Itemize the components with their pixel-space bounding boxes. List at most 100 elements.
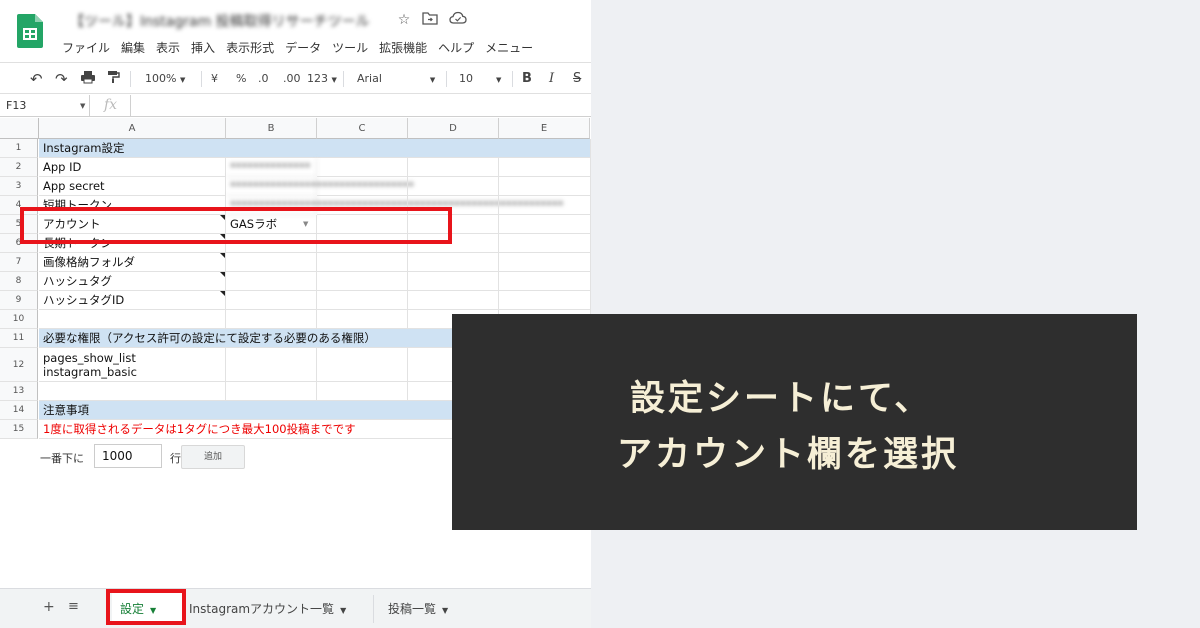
font-select[interactable]: Arial ▼ <box>357 70 435 88</box>
grid-cell[interactable] <box>499 196 591 215</box>
grid-cell[interactable] <box>408 158 499 177</box>
paint-format-icon[interactable] <box>106 70 120 88</box>
grid-cell[interactable] <box>39 310 226 329</box>
grid-cell[interactable] <box>317 291 408 310</box>
row-header[interactable]: 1 <box>0 139 38 158</box>
menu-edit[interactable]: 編集 <box>121 39 145 57</box>
menu-insert[interactable]: 挿入 <box>191 39 215 57</box>
grid-cell[interactable] <box>499 272 591 291</box>
add-sheet-icon[interactable]: + <box>43 599 55 615</box>
menu-data[interactable]: データ <box>285 39 321 57</box>
undo-icon[interactable]: ↶ <box>30 70 43 88</box>
grid-cell[interactable]: 画像格納フォルダ <box>39 253 226 272</box>
row-header[interactable]: 3 <box>0 177 38 196</box>
grid-cell[interactable]: pages_show_list instagram_basic <box>39 348 226 382</box>
menu-file[interactable]: ファイル <box>62 39 110 57</box>
grid-cell[interactable]: ハッシュタグ <box>39 272 226 291</box>
move-folder-icon[interactable] <box>421 11 439 29</box>
grid-cell[interactable] <box>317 382 408 401</box>
row-header[interactable]: 10 <box>0 310 38 329</box>
print-icon[interactable] <box>80 70 96 88</box>
grid-cell[interactable] <box>317 348 408 382</box>
menu-extensions[interactable]: 拡張機能 <box>379 39 427 57</box>
italic-button[interactable]: I <box>549 70 554 88</box>
grid-cell[interactable] <box>226 382 317 401</box>
name-box-value: F13 <box>6 99 27 112</box>
menu-bar: ファイル 編集 表示 挿入 表示形式 データ ツール 拡張機能 ヘルプ メニュー <box>62 39 544 57</box>
currency-format-button[interactable]: ¥ <box>211 70 218 88</box>
row-header[interactable]: 7 <box>0 253 38 272</box>
menu-format[interactable]: 表示形式 <box>226 39 274 57</box>
bold-button[interactable]: B <box>522 70 532 88</box>
column-header-a[interactable]: A <box>39 118 226 139</box>
grid-cell[interactable]: App secret <box>39 177 226 196</box>
row-header[interactable]: 8 <box>0 272 38 291</box>
cloud-status-icon[interactable] <box>449 11 467 29</box>
sheet-tab-accounts[interactable]: Instagramアカウント一覧 ▼ <box>189 593 346 625</box>
settings-tab-highlight <box>106 589 186 625</box>
grid-cell[interactable] <box>226 253 317 272</box>
name-box[interactable]: F13 ▼ <box>0 95 90 117</box>
grid-cell[interactable] <box>499 177 591 196</box>
row-header[interactable]: 14 <box>0 401 38 420</box>
grid-cell[interactable] <box>317 177 408 196</box>
grid-cell[interactable] <box>226 291 317 310</box>
fx-icon: fx <box>104 97 118 113</box>
grid-cell[interactable] <box>408 177 499 196</box>
grid-cell[interactable] <box>499 234 591 253</box>
grid-cell[interactable]: ******************************** <box>226 177 414 196</box>
row-header[interactable]: 11 <box>0 329 38 348</box>
row-header[interactable]: 2 <box>0 158 38 177</box>
more-formats-select[interactable]: 123 ▼ <box>307 70 337 88</box>
grid-cell[interactable] <box>226 348 317 382</box>
font-size-select[interactable]: 10 ▼ <box>459 70 501 88</box>
google-sheets-icon[interactable] <box>17 14 43 48</box>
grid-cell[interactable] <box>408 253 499 272</box>
row-header[interactable]: 12 <box>0 348 38 382</box>
zoom-select[interactable]: 100% ▼ <box>145 70 185 88</box>
grid-cell[interactable] <box>226 310 317 329</box>
row-header[interactable]: 13 <box>0 382 38 401</box>
grid-cell[interactable] <box>39 382 226 401</box>
chevron-down-icon: ▼ <box>331 76 337 84</box>
column-header-b[interactable]: B <box>226 118 317 139</box>
row-header[interactable]: 15 <box>0 420 38 439</box>
menu-view[interactable]: 表示 <box>156 39 180 57</box>
grid-cell[interactable] <box>317 310 408 329</box>
percent-format-button[interactable]: % <box>236 70 246 88</box>
grid-cell[interactable] <box>499 215 591 234</box>
menu-help[interactable]: ヘルプ <box>438 39 474 57</box>
grid-cell[interactable] <box>499 158 591 177</box>
redo-icon[interactable]: ↷ <box>55 70 68 88</box>
sheet-tab-label: Instagramアカウント一覧 <box>189 602 335 616</box>
column-header-c[interactable]: C <box>317 118 408 139</box>
all-sheets-icon[interactable]: ≡ <box>68 599 79 614</box>
decrease-decimal-button[interactable]: .0 <box>258 70 269 88</box>
document-title[interactable]: 【ツール】Instagram 投稿取得リサーチツール <box>70 11 382 31</box>
grid-cell[interactable] <box>499 291 591 310</box>
grid-cell[interactable]: ハッシュタグID <box>39 291 226 310</box>
column-header-e[interactable]: E <box>499 118 590 139</box>
menu-custom[interactable]: メニュー <box>485 39 533 57</box>
row-header[interactable]: 9 <box>0 291 38 310</box>
grid-cell[interactable]: Instagram設定 <box>39 139 591 158</box>
grid-cell[interactable] <box>408 272 499 291</box>
grid-cell[interactable] <box>317 272 408 291</box>
column-header-d[interactable]: D <box>408 118 499 139</box>
grid-cell[interactable]: App ID <box>39 158 226 177</box>
menu-tools[interactable]: ツール <box>332 39 368 57</box>
sheet-tab-posts[interactable]: 投稿一覧 ▼ <box>388 593 448 625</box>
add-rows-button[interactable]: 追加 <box>181 445 245 469</box>
grid-cell[interactable] <box>499 253 591 272</box>
grid-cell[interactable] <box>408 291 499 310</box>
star-icon[interactable]: ☆ <box>395 11 413 29</box>
add-rows-count-input[interactable]: 1000 <box>94 444 162 468</box>
formula-input[interactable] <box>130 95 591 117</box>
grid-cell[interactable] <box>317 253 408 272</box>
increase-decimal-button[interactable]: .00 <box>283 70 301 88</box>
grid-cell[interactable] <box>226 272 317 291</box>
grid-cell[interactable] <box>317 158 408 177</box>
select-all-corner[interactable] <box>0 118 39 139</box>
strikethrough-button[interactable]: S <box>573 70 581 88</box>
grid-cell[interactable]: ************** <box>226 158 317 177</box>
